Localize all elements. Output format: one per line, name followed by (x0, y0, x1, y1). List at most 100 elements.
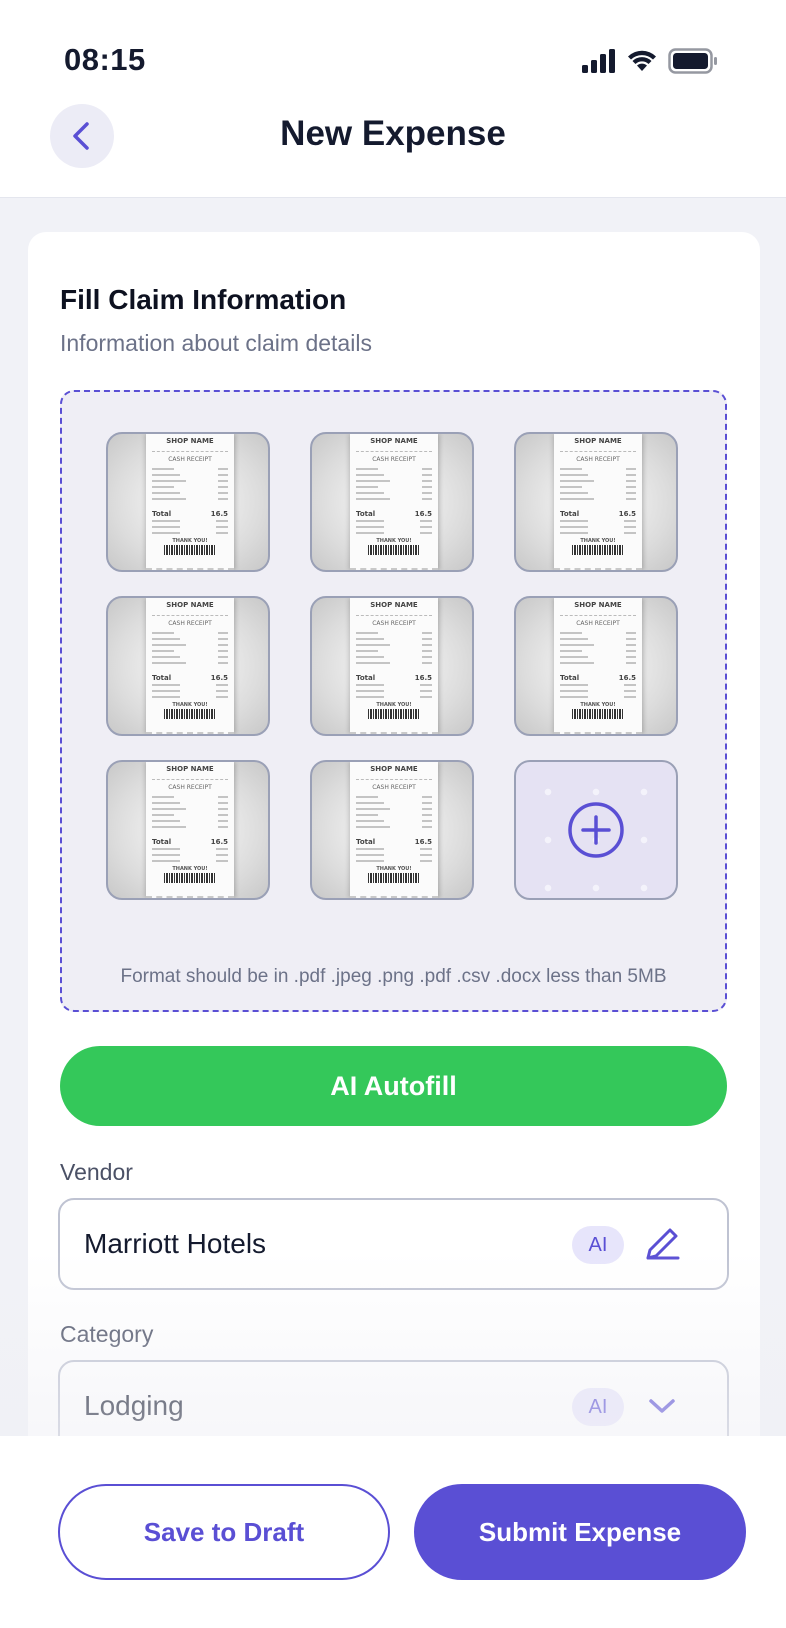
receipt-line (356, 644, 390, 646)
receipt-heading: CASH RECEIPT (372, 620, 416, 627)
status-time: 08:15 (64, 42, 146, 77)
receipt-heading: CASH RECEIPT (372, 784, 416, 791)
receipt-line (218, 638, 228, 640)
receipt-line (422, 814, 432, 816)
receipt-line (420, 526, 432, 528)
receipt-line (152, 662, 186, 664)
receipt-line (356, 690, 384, 692)
receipt-line (422, 796, 432, 798)
receipt-total: Total 16.5 (152, 510, 228, 518)
edit-vendor-button[interactable] (640, 1222, 684, 1266)
receipt-line (560, 468, 582, 470)
claim-card: Fill Claim Information Information about… (28, 232, 760, 1628)
receipt-line (152, 826, 186, 828)
receipt-line (356, 662, 390, 664)
receipt-line (626, 498, 636, 500)
receipt-line (152, 690, 180, 692)
receipt-line (422, 826, 432, 828)
save-draft-button[interactable]: Save to Draft (58, 1484, 390, 1580)
receipt-line (422, 662, 432, 664)
receipt-line (626, 486, 636, 488)
receipt-heading: CASH RECEIPT (168, 456, 212, 463)
receipt-line (356, 814, 378, 816)
receipt-line (420, 848, 432, 850)
receipt-line (626, 656, 636, 658)
receipt-line (152, 492, 180, 494)
receipt-line (356, 468, 378, 470)
chevron-down-icon (649, 1399, 675, 1413)
receipt-line (422, 644, 432, 646)
receipt-line (356, 796, 378, 798)
wifi-icon (628, 50, 656, 71)
receipt-line (152, 486, 174, 488)
receipt-line (152, 474, 180, 476)
receipt-line (218, 656, 228, 658)
receipt-line (420, 520, 432, 522)
pencil-icon (646, 1228, 680, 1260)
receipt-line (560, 650, 582, 652)
barcode-icon (164, 709, 216, 719)
receipt-divider (152, 774, 228, 780)
submit-expense-button[interactable]: Submit Expense (414, 1484, 746, 1580)
category-dropdown-toggle[interactable] (640, 1384, 684, 1428)
receipt-total-label: Total (560, 674, 580, 682)
receipt-footer: THANK YOU! (580, 538, 616, 544)
receipt-line (216, 526, 228, 528)
receipt-total-value: 16.5 (414, 510, 432, 518)
app-header: New Expense (0, 100, 786, 198)
receipt-thumbnail[interactable]: SHOP NAME CASH RECEIPT Total 16.5 THANK YOU! (514, 596, 678, 736)
receipt-line (152, 498, 186, 500)
receipt-line (422, 650, 432, 652)
add-receipt-button[interactable] (514, 760, 678, 900)
receipt-line (152, 860, 180, 862)
page-title: New Expense (280, 114, 506, 153)
receipt-image: SHOP NAME CASH RECEIPT Total 16.5 THANK YOU! (350, 762, 438, 898)
receipt-line (356, 492, 384, 494)
receipt-divider (356, 610, 432, 616)
receipt-line (356, 696, 384, 698)
receipt-line (356, 684, 384, 686)
receipt-line (356, 532, 384, 534)
receipt-divider (560, 446, 636, 452)
receipt-line (422, 492, 432, 494)
receipt-total: Total 16.5 (356, 510, 432, 518)
receipt-line (356, 848, 384, 850)
receipt-thumbnail[interactable]: SHOP NAME CASH RECEIPT Total 16.5 THANK YOU! (106, 760, 270, 900)
category-label: Category (60, 1321, 154, 1347)
ai-autofill-button[interactable]: AI Autofill (60, 1046, 727, 1126)
receipt-total-value: 16.5 (618, 674, 636, 682)
receipt-image: SHOP NAME CASH RECEIPT Total 16.5 THANK YOU! (350, 598, 438, 734)
receipt-line (152, 638, 180, 640)
upload-dropzone[interactable]: SHOP NAME CASH RECEIPT Total 16.5 THANK YOU!… (60, 390, 727, 1012)
action-bar: Save to Draft Submit Expense (0, 1436, 786, 1628)
receipt-line (626, 632, 636, 634)
receipt-shop-name: SHOP NAME (574, 601, 622, 609)
receipt-line (356, 802, 384, 804)
vendor-field[interactable]: Marriott Hotels AI (58, 1198, 729, 1290)
receipt-line (218, 644, 228, 646)
receipt-thumbnail[interactable]: SHOP NAME CASH RECEIPT Total 16.5 THANK YOU! (106, 596, 270, 736)
receipt-line (218, 498, 228, 500)
receipt-heading: CASH RECEIPT (168, 620, 212, 627)
receipt-heading: CASH RECEIPT (372, 456, 416, 463)
receipt-shop-name: SHOP NAME (166, 601, 214, 609)
receipt-thumbnail[interactable]: SHOP NAME CASH RECEIPT Total 16.5 THANK YOU! (106, 432, 270, 572)
barcode-icon (572, 545, 624, 555)
receipt-thumbnail[interactable]: SHOP NAME CASH RECEIPT Total 16.5 THANK YOU! (310, 596, 474, 736)
receipt-line (560, 644, 594, 646)
status-icons (582, 48, 718, 74)
receipt-line (560, 526, 588, 528)
receipt-divider (560, 610, 636, 616)
receipt-line (422, 486, 432, 488)
receipt-line (420, 532, 432, 534)
receipt-line (560, 532, 588, 534)
receipt-thumbnail[interactable]: SHOP NAME CASH RECEIPT Total 16.5 THANK YOU! (514, 432, 678, 572)
receipt-line (420, 690, 432, 692)
receipt-line (216, 520, 228, 522)
receipt-line (626, 644, 636, 646)
receipt-total-label: Total (152, 674, 172, 682)
receipt-thumbnail[interactable]: SHOP NAME CASH RECEIPT Total 16.5 THANK YOU! (310, 760, 474, 900)
receipt-line (626, 662, 636, 664)
receipt-thumbnail[interactable]: SHOP NAME CASH RECEIPT Total 16.5 THANK YOU! (310, 432, 474, 572)
receipt-line (216, 860, 228, 862)
